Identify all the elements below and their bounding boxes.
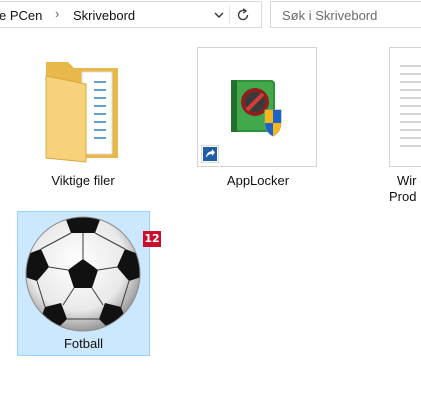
applocker-icon	[231, 80, 282, 137]
shortcut-arrow-icon	[201, 145, 219, 163]
folder-icon	[45, 62, 118, 163]
notification-badge: 12	[143, 231, 161, 247]
chevron-down-icon[interactable]	[212, 8, 226, 22]
item-label-line2: Prod	[389, 189, 417, 204]
refresh-icon[interactable]	[235, 7, 251, 23]
desktop-item-document[interactable]: Wir Prod	[375, 44, 421, 214]
document-icon	[400, 65, 421, 147]
desktop-item-applocker[interactable]: AppLocker	[188, 44, 328, 194]
applocker-thumbnail	[197, 47, 317, 167]
breadcrumb-this-pc[interactable]: e PCen	[0, 8, 42, 23]
soccer-ball-icon	[25, 216, 141, 332]
breadcrumb-separator-icon[interactable]: ›	[55, 6, 59, 21]
desktop-item-fotball[interactable]: Fotball	[17, 211, 150, 356]
item-label: Fotball	[63, 336, 104, 351]
document-thumbnail	[389, 47, 421, 167]
item-label-line1: Wir	[397, 173, 417, 188]
desktop-item-viktige-filer[interactable]: Viktige filer	[18, 44, 148, 194]
search-placeholder: Søk i Skrivebord	[282, 8, 378, 23]
breadcrumb-desktop[interactable]: Skrivebord	[73, 8, 135, 23]
item-label: AppLocker	[226, 173, 290, 188]
address-bar[interactable]: e PCen › Skrivebord	[0, 1, 262, 28]
address-divider	[229, 5, 230, 24]
explorer-toolbar: e PCen › Skrivebord Søk i Skrivebord	[0, 0, 421, 31]
item-label: Viktige filer	[51, 173, 115, 188]
search-input[interactable]: Søk i Skrivebord	[270, 1, 421, 28]
